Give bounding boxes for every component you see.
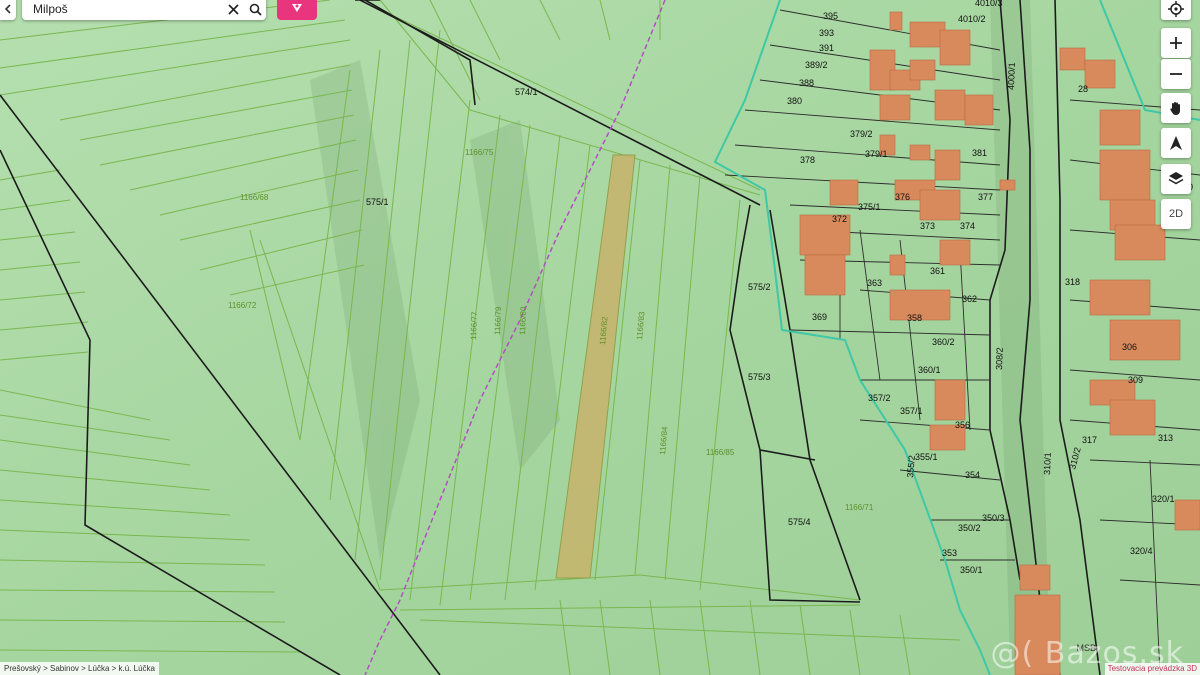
parcel-label: 1166/75 (465, 148, 494, 157)
parcel-label: 360/1 (918, 365, 941, 375)
parcel-label: 306 (1122, 342, 1137, 352)
parcel-label: 313 (1158, 433, 1173, 443)
parcel-label: 395 (823, 11, 838, 21)
cadastral-map[interactable]: 575/1 575/3 575/4 575/2 574/1 1166/85 11… (0, 0, 1200, 675)
parcel-label: 4010/2 (958, 14, 986, 24)
search-button[interactable] (244, 0, 266, 20)
parcel-label: 376 (895, 192, 910, 202)
compass-arrow-icon (1170, 136, 1182, 150)
parcel-label: 28 (1078, 84, 1088, 94)
pan-button[interactable] (1161, 93, 1191, 123)
search-input[interactable]: Milpoš (22, 0, 222, 16)
north-button[interactable] (1161, 128, 1191, 158)
parcel-label: 1166/72 (228, 301, 257, 310)
layers-button[interactable] (1161, 164, 1191, 194)
plus-icon (1170, 37, 1182, 49)
parcel-label: 350/1 (960, 565, 983, 575)
parcel-label: 356 (955, 420, 970, 430)
search-icon (249, 3, 262, 16)
parcel-label: 354 (965, 470, 980, 480)
back-button[interactable] (0, 0, 16, 20)
parcel-label: 318 (1065, 277, 1080, 287)
parcel-label: 375/1 (858, 202, 881, 212)
parcel-label: 1166/80 (518, 306, 528, 335)
parcel-label: 320/1 (1152, 494, 1175, 504)
parcel-label: 1166/71 (845, 503, 874, 512)
parcel-label: 317 (1082, 435, 1097, 445)
parcel-label: 372 (832, 214, 847, 224)
parcel-tool-button[interactable] (277, 0, 317, 20)
parcel-label: 381 (972, 148, 987, 158)
parcel-label: 575/1 (366, 197, 389, 207)
parcel-label: 4000/1 (1006, 62, 1017, 90)
parcel-label: 363 (867, 278, 882, 288)
parcel-label: 309 (1128, 375, 1143, 385)
parcel-label: 358 (907, 313, 922, 323)
parcel-label: 391 (819, 43, 834, 53)
parcel-label: 350/2 (958, 523, 981, 533)
parcel-label: 360/2 (932, 337, 955, 347)
parcel-label: 393 (819, 28, 834, 38)
parcel-label: 377 (978, 192, 993, 202)
parcel-label: 350/3 (982, 513, 1005, 523)
view-mode-label: 2D (1168, 208, 1184, 220)
map-pin-icon (292, 4, 302, 12)
parcel-label: 379/2 (850, 129, 873, 139)
parcel-label: 379/1 (865, 149, 888, 159)
locate-icon (1168, 1, 1184, 17)
parcel-label: 310/1 (1042, 452, 1053, 475)
view-mode-button[interactable]: 2D (1161, 199, 1191, 229)
zoom-in-button[interactable] (1161, 28, 1191, 58)
parcel-label: 1166/85 (706, 448, 735, 457)
parcel-label: 575/4 (788, 517, 811, 527)
parcel-label: 361 (930, 266, 945, 276)
parcel-label: 357/1 (900, 406, 923, 416)
breadcrumb: Prešovský > Sabinov > Lúčka > k.ú. Lúčka (0, 662, 159, 675)
parcel-label: 353 (942, 548, 957, 558)
hand-icon (1170, 102, 1180, 116)
close-icon (227, 3, 239, 15)
parcel-label: 369 (812, 312, 827, 322)
parcel-label: 362 (962, 294, 977, 304)
layers-icon (1168, 172, 1184, 185)
parcel-label: 574/1 (515, 87, 538, 97)
parcel-label: 380 (787, 96, 802, 106)
parcel-label: 1166/68 (240, 193, 269, 202)
parcel-label: 1166/77 (469, 311, 479, 340)
attribution-label: Testovacia prevádzka 3D (1104, 663, 1200, 675)
parcel-label: 355/1 (915, 452, 938, 462)
clear-search-button[interactable] (222, 0, 244, 20)
parcel-label: 378 (800, 155, 815, 165)
parcel-label: 575/2 (748, 282, 771, 292)
zoom-out-button[interactable] (1161, 59, 1191, 89)
parcel-label: 374 (960, 221, 975, 231)
parcel-label: 389/2 (805, 60, 828, 70)
parcel-label: 357/2 (868, 393, 891, 403)
parcel-label: 4010/3 (975, 0, 1003, 8)
parcel-label: 1166/79 (493, 306, 503, 335)
parcel-label: 320/4 (1130, 546, 1153, 556)
chevron-left-icon (4, 4, 11, 14)
parcel-label: 373 (920, 221, 935, 231)
parcel-label: 308/2 (994, 347, 1005, 370)
parcel-label: 388 (799, 78, 814, 88)
parcel-label: 575/3 (748, 372, 771, 382)
locate-button[interactable] (1161, 0, 1191, 20)
search-bar: Milpoš (22, 0, 266, 20)
minus-icon (1170, 73, 1182, 75)
